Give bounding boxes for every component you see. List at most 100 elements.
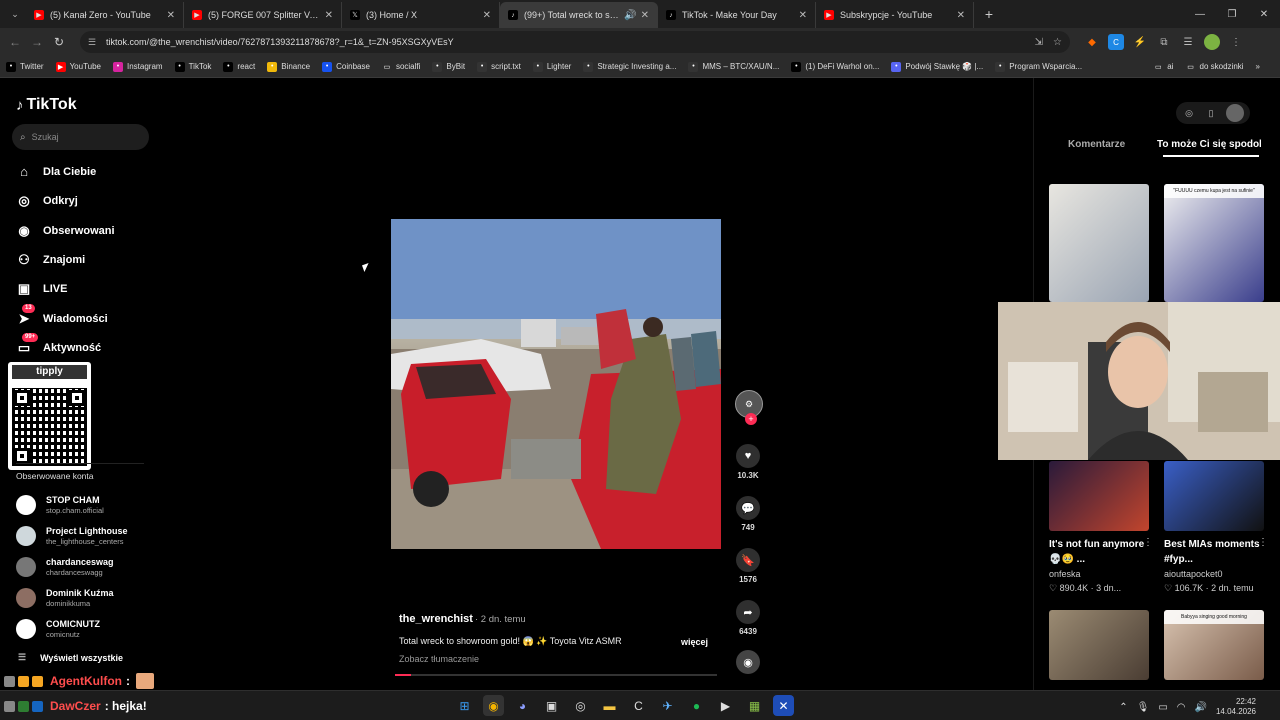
bookmark-item[interactable]: • script.txt: [477, 61, 521, 72]
follow-plus-icon[interactable]: +: [745, 413, 757, 425]
recommended-video-thumbnail[interactable]: [1049, 610, 1149, 680]
tab-comments[interactable]: Komentarze: [1068, 139, 1125, 150]
tab-audio-icon[interactable]: 🔊: [624, 10, 636, 21]
site-info-icon[interactable]: ☰: [88, 37, 100, 48]
music-disc-button[interactable]: ◉: [735, 650, 761, 674]
close-tab-icon[interactable]: ✕: [167, 10, 175, 21]
bookmark-folder-skodzinki[interactable]: ▭ do skodzinki: [1186, 62, 1243, 72]
search-input[interactable]: ⌕ Szukaj: [12, 124, 149, 150]
discord-icon[interactable]: ◕: [512, 695, 533, 716]
browser-tab[interactable]: ♪(99+) Total wreck to showroo🔊✕: [500, 2, 658, 28]
recommended-author[interactable]: onfeska: [1049, 569, 1081, 579]
bookmark-item[interactable]: • ByBit: [432, 61, 465, 72]
followed-account[interactable]: COMICNUTZ comicnutz: [16, 619, 100, 639]
wifi-icon[interactable]: ◠: [1177, 702, 1186, 713]
app-icon[interactable]: ▣: [541, 695, 562, 716]
ccleaner-icon[interactable]: C: [628, 695, 649, 716]
recommended-video-thumbnail[interactable]: [1049, 184, 1149, 302]
user-avatar[interactable]: [1226, 104, 1244, 122]
extension-fox-icon[interactable]: ◆: [1084, 34, 1100, 50]
show-all-button[interactable]: ☰ Wyświetl wszystkie: [18, 652, 123, 663]
more-options-icon[interactable]: ⋮: [1258, 537, 1268, 548]
spotify-icon[interactable]: ●: [686, 695, 707, 716]
author-avatar-button[interactable]: ⚙ +: [735, 390, 763, 425]
bookmark-item[interactable]: • Binance: [267, 61, 310, 72]
bookmark-item[interactable]: • (1) DeFi Warhol on...: [791, 61, 879, 72]
back-icon[interactable]: ←: [4, 35, 26, 49]
recommended-title[interactable]: It's not fun anymore 💀🥹 ...: [1049, 537, 1145, 567]
bookmark-star-icon[interactable]: ☆: [1053, 37, 1062, 48]
like-button[interactable]: ♥ 10.3K: [735, 444, 761, 480]
sidebar-nav-item[interactable]: ➤ 13 Wiadomości: [16, 303, 108, 327]
bookmark-item[interactable]: • Podwój Stawkę 🎲 |...: [891, 61, 983, 72]
bookmark-item[interactable]: ▭ socialfi: [381, 61, 420, 72]
bookmark-folder-ai[interactable]: ▭ ai: [1153, 62, 1174, 72]
sidebar-nav-item[interactable]: ◎ Odkryj: [16, 193, 78, 209]
game-icon[interactable]: ▦: [744, 695, 765, 716]
followed-account[interactable]: STOP CHAM stop.cham.official: [16, 495, 104, 515]
reload-icon[interactable]: ↻: [48, 35, 70, 49]
bookmark-item[interactable]: ▶ YouTube: [55, 61, 101, 72]
more-options-icon[interactable]: ⋮: [1143, 537, 1153, 548]
bookmarks-overflow-icon[interactable]: »: [1256, 62, 1260, 71]
sidebar-nav-item[interactable]: ⌂ Dla Ciebie: [16, 164, 96, 179]
bookmark-item[interactable]: • Program Wsparcia...: [995, 61, 1082, 72]
new-tab-button[interactable]: +: [978, 6, 1000, 22]
bookmark-item[interactable]: • Instagram: [113, 61, 163, 72]
bookmark-item[interactable]: • TikTok: [174, 61, 211, 72]
bookmark-item[interactable]: • Strategic Investing a...: [583, 61, 676, 72]
volume-icon[interactable]: 🔊: [1195, 702, 1207, 713]
network-app-icon[interactable]: ✈: [657, 695, 678, 716]
media-icon[interactable]: ▶: [715, 695, 736, 716]
browser-tab[interactable]: ▶ Subskrypcje - YouTube ✕: [816, 2, 974, 28]
device-icon[interactable]: ▯: [1204, 108, 1218, 119]
maximize-icon[interactable]: ❐: [1216, 9, 1248, 20]
video-player[interactable]: [391, 219, 721, 549]
close-tab-icon[interactable]: ✕: [799, 10, 807, 21]
bookmark-item[interactable]: • MMS – BTC/XAU/N...: [688, 61, 779, 72]
recommended-video-thumbnail[interactable]: Babyya singing good morning: [1164, 610, 1264, 680]
browser-tab[interactable]: 𝕏 (3) Home / X ✕: [342, 2, 500, 28]
bookmark-item[interactable]: • Coinbase: [322, 61, 370, 72]
extension-blue-icon[interactable]: C: [1108, 34, 1124, 50]
browser-tab[interactable]: ▶ (5) Kanał Zero - YouTube ✕: [26, 2, 184, 28]
video-author[interactable]: the_wrenchist · 2 dn. temu: [399, 613, 526, 625]
network-icon[interactable]: ▭: [1158, 702, 1167, 713]
microphone-icon[interactable]: 🎙: [1137, 702, 1150, 713]
sidebar-nav-item[interactable]: ▣ LIVE: [16, 281, 68, 297]
followed-account[interactable]: Dominik Kuźma dominikkuma: [16, 588, 114, 608]
sidebar-nav-item[interactable]: ◉ Obserwowani: [16, 223, 114, 239]
translate-link[interactable]: Zobacz tłumaczenie: [399, 654, 479, 664]
video-progress[interactable]: [395, 674, 717, 676]
close-tab-icon[interactable]: ✕: [483, 10, 491, 21]
extensions-puzzle-icon[interactable]: ⧉: [1156, 34, 1172, 50]
comment-button[interactable]: 💬 749: [735, 496, 761, 532]
recommended-author[interactable]: aiouttapocket0: [1164, 569, 1223, 579]
save-button[interactable]: 🔖 1576: [735, 548, 761, 584]
sidebar-nav-item[interactable]: ▭ 99+ Aktywność: [16, 332, 101, 356]
browser-menu-icon[interactable]: ⋮: [1228, 34, 1244, 50]
more-button[interactable]: więcej: [681, 637, 708, 647]
extension-teal-icon[interactable]: ⚡: [1132, 34, 1148, 50]
browser-tab[interactable]: ▶(5) FORGE 007 Splitter Valve Inst✕: [184, 2, 342, 28]
share-button[interactable]: ➦ 6439: [735, 600, 761, 636]
terminal-icon[interactable]: ✕: [773, 695, 794, 716]
close-tab-icon[interactable]: ✕: [957, 10, 965, 21]
minimize-icon[interactable]: —: [1184, 9, 1216, 20]
close-window-icon[interactable]: ✕: [1248, 9, 1280, 20]
recommended-title[interactable]: Best MIAs moments #fyp...: [1164, 537, 1260, 567]
recommended-video-thumbnail[interactable]: "FUUUU czemu kupa jest na sufinie": [1164, 184, 1264, 302]
clock[interactable]: 22:42 14.04.2026: [1216, 697, 1256, 717]
followed-account[interactable]: Project Lighthouse the_lighthouse_centers: [16, 526, 128, 546]
windows-start-icon[interactable]: ⊞: [454, 695, 475, 716]
coins-icon[interactable]: ◎: [1182, 108, 1196, 119]
sidebar-nav-item[interactable]: ⚇ Znajomi: [16, 252, 85, 268]
url-omnibox[interactable]: ☰ tiktok.com/@the_wrenchist/video/762787…: [80, 31, 1070, 53]
followed-account[interactable]: chardanceswag chardanceswagg: [16, 557, 114, 577]
obs-icon[interactable]: ◎: [570, 695, 591, 716]
url-text[interactable]: tiktok.com/@the_wrenchist/video/76278713…: [106, 37, 1025, 47]
reading-list-icon[interactable]: ☰: [1180, 34, 1196, 50]
recommended-video-thumbnail[interactable]: [1164, 461, 1264, 531]
install-app-icon[interactable]: ⇲: [1035, 37, 1043, 48]
forward-icon[interactable]: →: [26, 35, 48, 49]
